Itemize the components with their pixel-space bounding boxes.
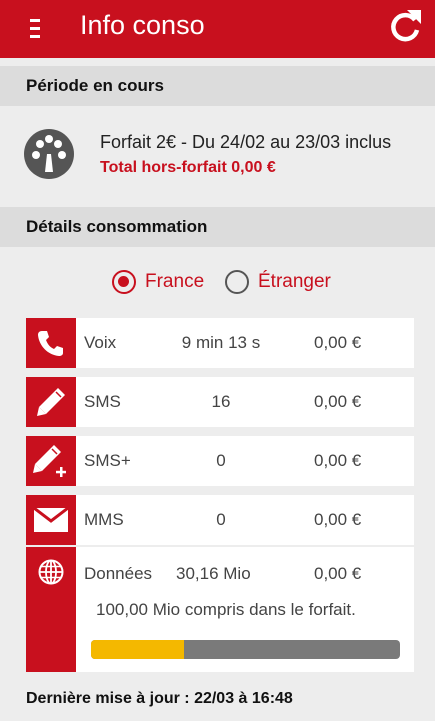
donnees-quantity: 30,16 Mio <box>176 564 251 583</box>
usage-row-voix: Voix 9 min 13 s 0,00 € <box>26 318 414 368</box>
radio-etranger[interactable]: Étranger <box>225 270 331 294</box>
mms-quantity: 0 <box>216 510 226 529</box>
voix-label: Voix <box>84 333 117 352</box>
usage-row-sms: SMS 16 0,00 € <box>26 377 414 427</box>
data-usage-progress-fill <box>91 640 185 659</box>
smsplus-price: 0,00 € <box>314 451 362 470</box>
period-block: Forfait 2€ - Du 24/02 au 23/03 inclus To… <box>0 106 435 202</box>
smsplus-label: SMS+ <box>84 451 131 470</box>
region-radio-group: France Étranger <box>0 270 435 300</box>
data-included-text: 100,00 Mio compris dans le forfait. <box>96 600 356 619</box>
usage-row-mms: MMS 0 0,00 € <box>26 495 414 545</box>
donnees-label: Données <box>84 564 153 583</box>
details-section-header: Détails consommation <box>0 207 435 247</box>
smsplus-quantity: 0 <box>216 451 226 470</box>
plan-period-text: Forfait 2€ - Du 24/02 au 23/03 inclus <box>100 132 392 152</box>
donnees-price: 0,00 € <box>314 564 362 583</box>
voix-quantity: 9 min 13 s <box>181 333 261 352</box>
mms-label: MMS <box>84 510 124 529</box>
mms-price: 0,00 € <box>314 510 362 529</box>
total-extra-text: Total hors-forfait 0,00 € <box>100 159 276 176</box>
voix-price: 0,00 € <box>314 333 362 352</box>
last-update-text: Dernière mise à jour : 22/03 à 16:48 <box>26 690 293 707</box>
phone-icon <box>38 331 63 356</box>
radio-france[interactable]: France <box>112 270 204 294</box>
radio-unchecked-icon <box>225 270 249 294</box>
radio-france-label: France <box>145 271 205 292</box>
sms-label: SMS <box>84 392 121 411</box>
page-title: Info conso <box>80 10 205 40</box>
globe-icon <box>38 559 64 585</box>
envelope-icon <box>34 508 68 532</box>
pencil-icon <box>37 388 65 416</box>
usage-row-donnees: Données 30,16 Mio 0,00 € 100,00 Mio comp… <box>26 547 414 672</box>
sms-price: 0,00 € <box>314 392 362 411</box>
gauge-icon <box>24 129 74 179</box>
usage-row-smsplus: SMS+ 0 0,00 € <box>26 436 414 486</box>
period-section-header: Période en cours <box>0 66 435 106</box>
sms-quantity: 16 <box>211 392 231 411</box>
pencil-plus-icon <box>33 445 66 477</box>
refresh-icon[interactable] <box>385 6 425 46</box>
radio-etranger-label: Étranger <box>258 271 331 292</box>
app-header: Info conso <box>0 0 435 58</box>
menu-icon[interactable] <box>30 19 40 39</box>
data-usage-progress-bar <box>91 640 400 659</box>
radio-checked-icon <box>112 270 136 294</box>
